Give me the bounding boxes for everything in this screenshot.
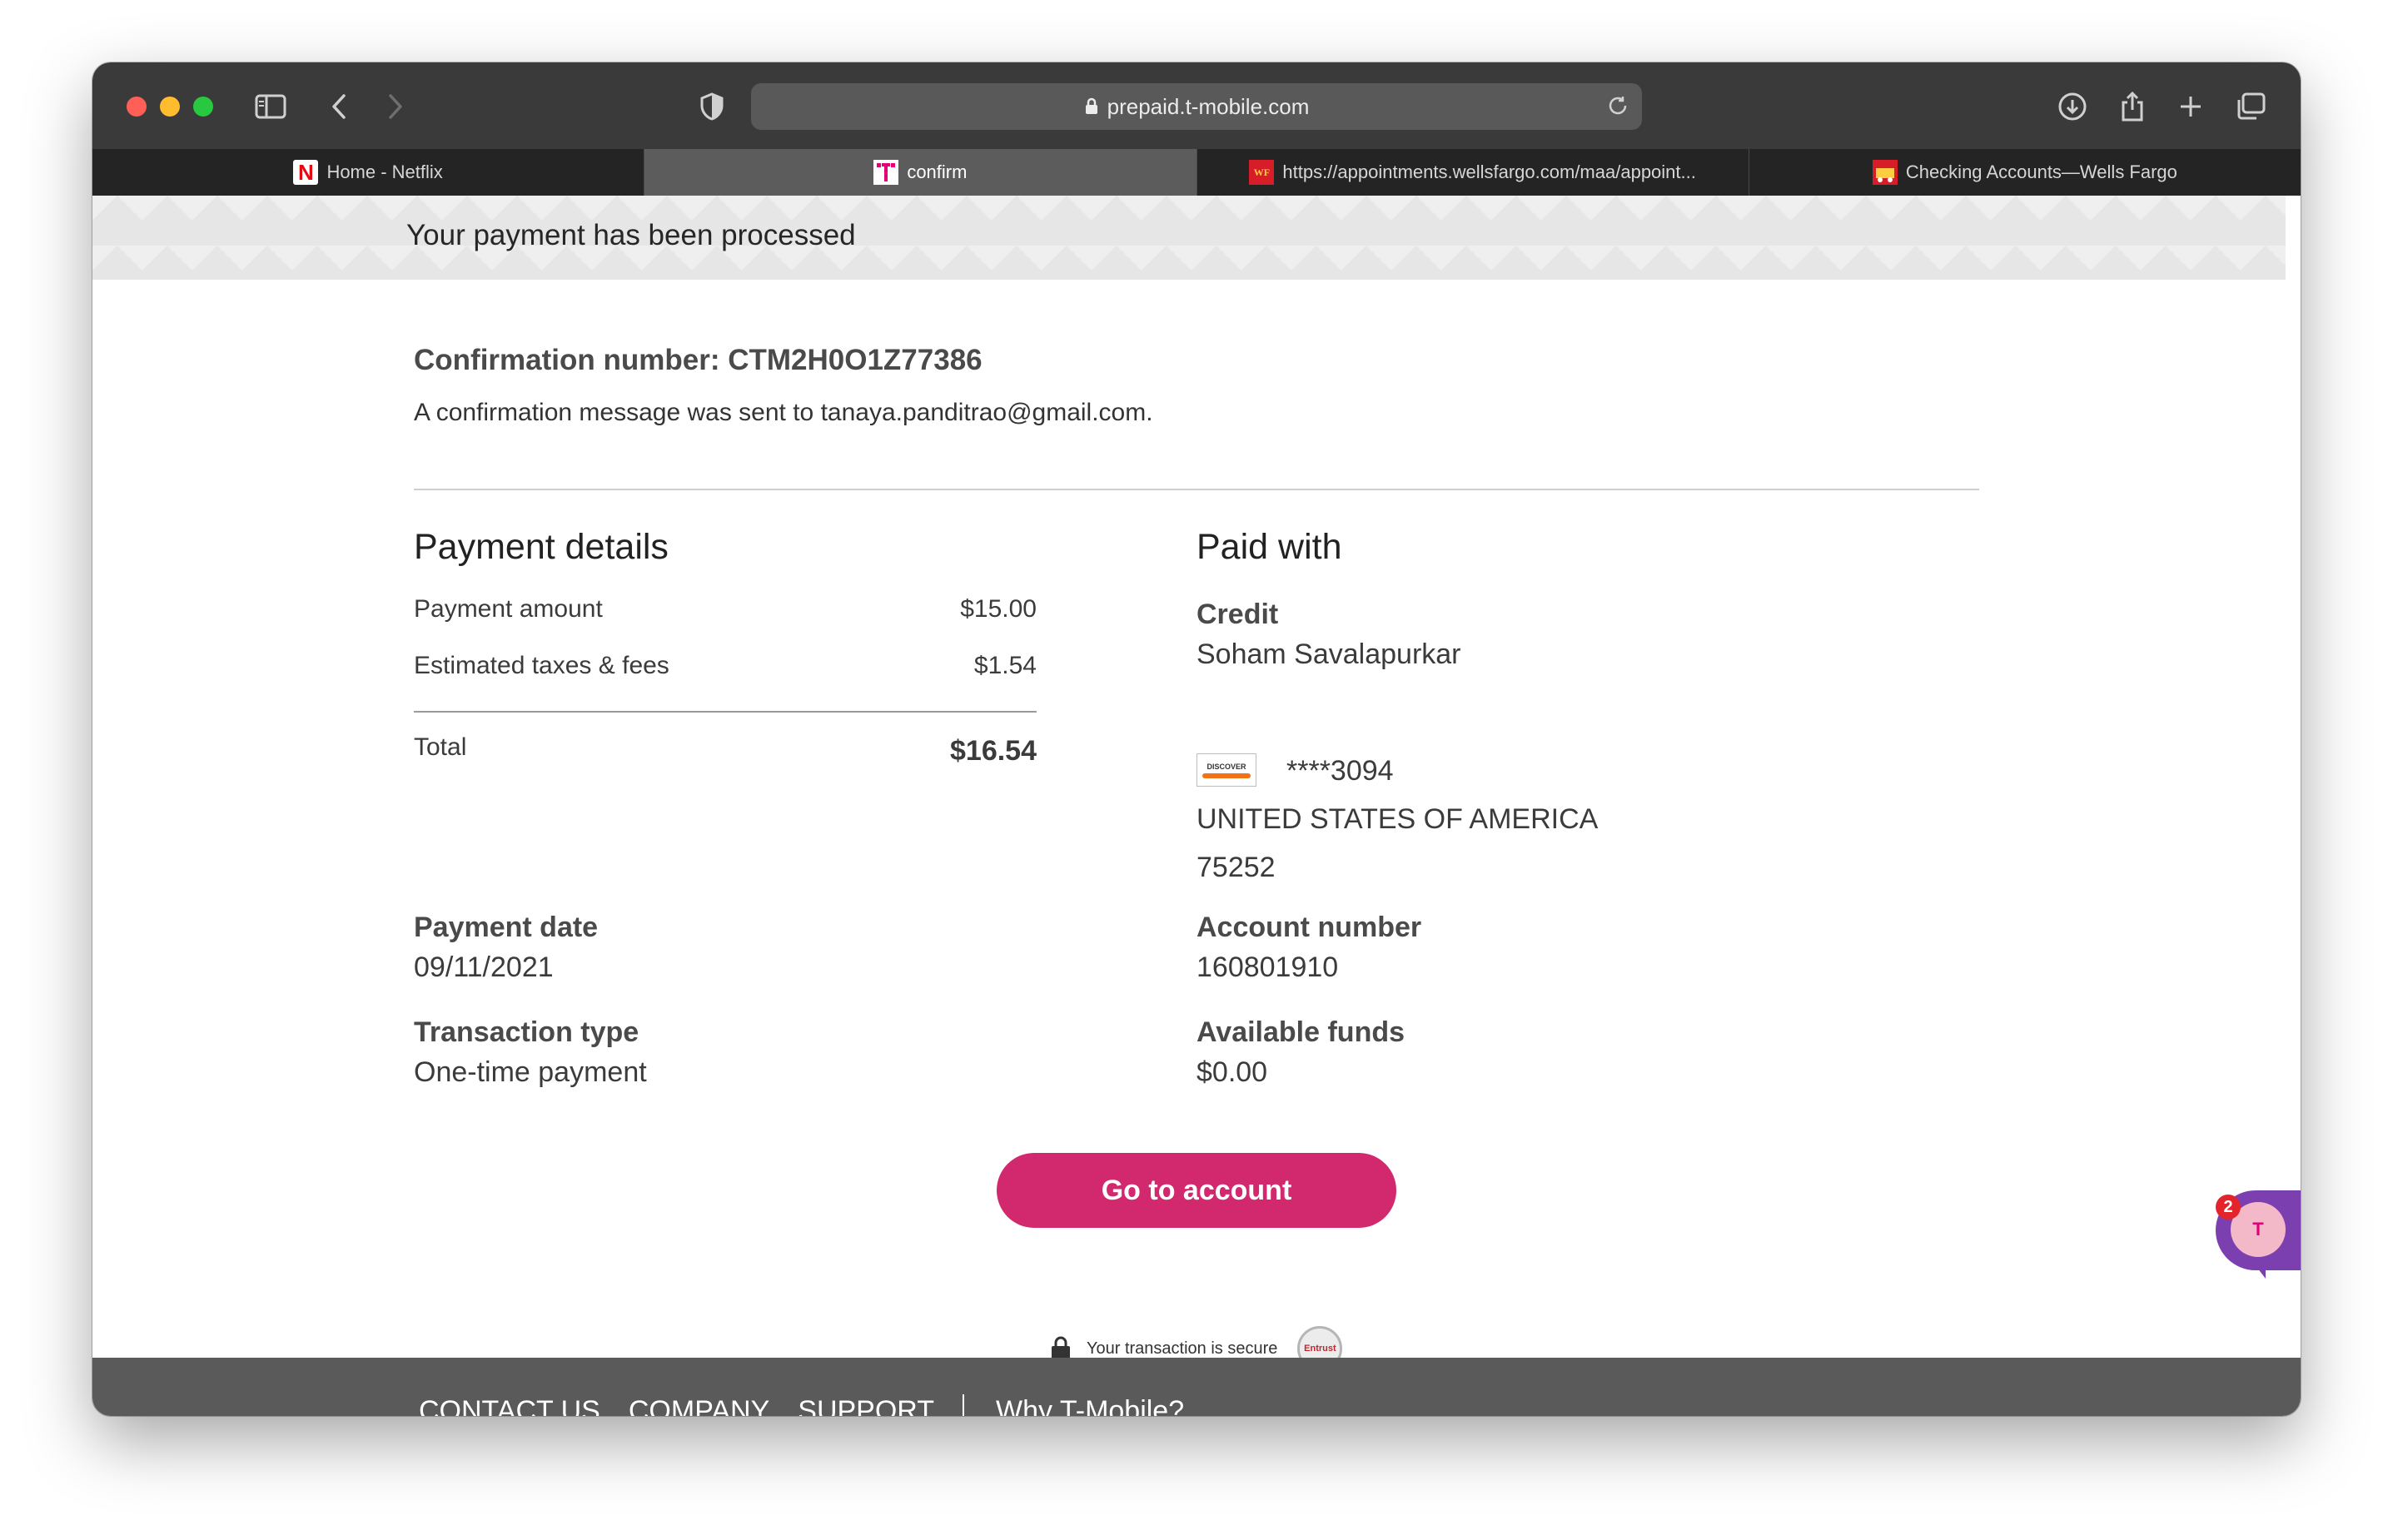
wellsfargo-favicon-icon: WF bbox=[1249, 160, 1275, 185]
address-bar[interactable]: prepaid.t-mobile.com bbox=[751, 83, 1642, 130]
netflix-favicon-icon: N bbox=[293, 160, 319, 185]
tab-label: Checking Accounts—Wells Fargo bbox=[1905, 161, 2177, 182]
footer-link-company[interactable]: COMPANY bbox=[629, 1395, 769, 1417]
card-number-masked: ****3094 bbox=[1286, 755, 1394, 787]
secure-text: Your transaction is secure bbox=[1087, 1339, 1278, 1358]
footer-link-why-tmobile[interactable]: Why T-Mobile? bbox=[996, 1395, 1184, 1417]
success-banner: Your payment has been processed bbox=[92, 196, 2286, 280]
privacy-shield-icon[interactable] bbox=[692, 87, 732, 127]
available-funds-value: $0.00 bbox=[1196, 1056, 1268, 1088]
account-number-label: Account number bbox=[1196, 912, 1422, 943]
minimize-window-button[interactable] bbox=[160, 97, 180, 117]
payment-amount-value: $15.00 bbox=[960, 595, 1037, 623]
confirmation-message: A confirmation message was sent to tanay… bbox=[414, 399, 1153, 426]
new-tab-icon[interactable] bbox=[2171, 87, 2211, 127]
tab-netflix[interactable]: N Home - Netflix bbox=[92, 149, 645, 196]
reload-icon[interactable] bbox=[1605, 93, 1630, 124]
paid-with-heading: Paid with bbox=[1196, 527, 1342, 567]
payment-amount-label: Payment amount bbox=[414, 595, 603, 623]
tab-label: Home - Netflix bbox=[326, 161, 443, 182]
browser-window: prepaid.t-mobile.com N Home - Netflix co… bbox=[92, 62, 2301, 1416]
total-value: $16.54 bbox=[950, 735, 1037, 767]
share-icon[interactable] bbox=[2112, 87, 2152, 127]
zoom-window-button[interactable] bbox=[193, 97, 213, 117]
transaction-type-label: Transaction type bbox=[414, 1016, 639, 1048]
account-number-value: 160801910 bbox=[1196, 951, 1339, 983]
tab-overview-icon[interactable] bbox=[2231, 87, 2271, 127]
footer-link-support[interactable]: SUPPORT bbox=[798, 1395, 934, 1417]
tab-label: confirm bbox=[907, 161, 968, 182]
page-content: Your payment has been processed Confirma… bbox=[92, 196, 2301, 1416]
section-divider bbox=[414, 489, 1979, 490]
tab-label: https://appointments.wellsfargo.com/maa/… bbox=[1282, 161, 1696, 182]
banner-message: Your payment has been processed bbox=[406, 219, 856, 251]
url-text: prepaid.t-mobile.com bbox=[1107, 93, 1310, 119]
tab-wellsfargo-appointments[interactable]: WF https://appointments.wellsfargo.com/m… bbox=[1197, 149, 1749, 196]
discover-card-icon: DISCOVER bbox=[1196, 753, 1256, 787]
back-icon[interactable] bbox=[319, 87, 359, 127]
tab-wellsfargo-checking[interactable]: Checking Accounts—Wells Fargo bbox=[1749, 149, 2301, 196]
total-divider bbox=[414, 711, 1037, 713]
go-to-account-button[interactable]: Go to account bbox=[997, 1153, 1396, 1228]
cardholder-name: Soham Savalapurkar bbox=[1196, 638, 1461, 670]
payment-date-label: Payment date bbox=[414, 912, 599, 943]
downloads-icon[interactable] bbox=[2052, 87, 2092, 127]
browser-toolbar: prepaid.t-mobile.com bbox=[92, 62, 2301, 150]
transaction-type-value: One-time payment bbox=[414, 1056, 647, 1088]
payment-details-heading: Payment details bbox=[414, 527, 669, 567]
lock-icon bbox=[1084, 97, 1099, 116]
close-window-button[interactable] bbox=[127, 97, 147, 117]
tab-bar: N Home - Netflix confirm WF https://appo… bbox=[92, 149, 2301, 196]
available-funds-label: Available funds bbox=[1196, 1016, 1405, 1048]
tmobile-favicon-icon bbox=[873, 160, 899, 185]
taxes-fees-value: $1.54 bbox=[973, 652, 1037, 679]
chat-notification-badge: 2 bbox=[2216, 1195, 2241, 1220]
wellsfargo-stagecoach-favicon-icon bbox=[1872, 160, 1898, 185]
footer-separator bbox=[963, 1394, 965, 1416]
page-footer: CONTACT US COMPANY SUPPORT Why T-Mobile? bbox=[92, 1358, 2301, 1416]
total-label: Total bbox=[414, 733, 467, 761]
tab-confirm[interactable]: confirm bbox=[644, 149, 1197, 196]
billing-country: UNITED STATES OF AMERICA bbox=[1196, 803, 1599, 835]
billing-zip: 75252 bbox=[1196, 852, 1276, 883]
payment-method-label: Credit bbox=[1196, 599, 1279, 630]
payment-date-value: 09/11/2021 bbox=[414, 951, 554, 983]
footer-link-contact-us[interactable]: CONTACT US bbox=[419, 1395, 600, 1417]
confirmation-number: Confirmation number: CTM2H0O1Z77386 bbox=[414, 344, 983, 376]
sidebar-toggle-icon[interactable] bbox=[251, 87, 291, 127]
taxes-fees-label: Estimated taxes & fees bbox=[414, 652, 669, 679]
forward-icon[interactable] bbox=[376, 87, 415, 127]
